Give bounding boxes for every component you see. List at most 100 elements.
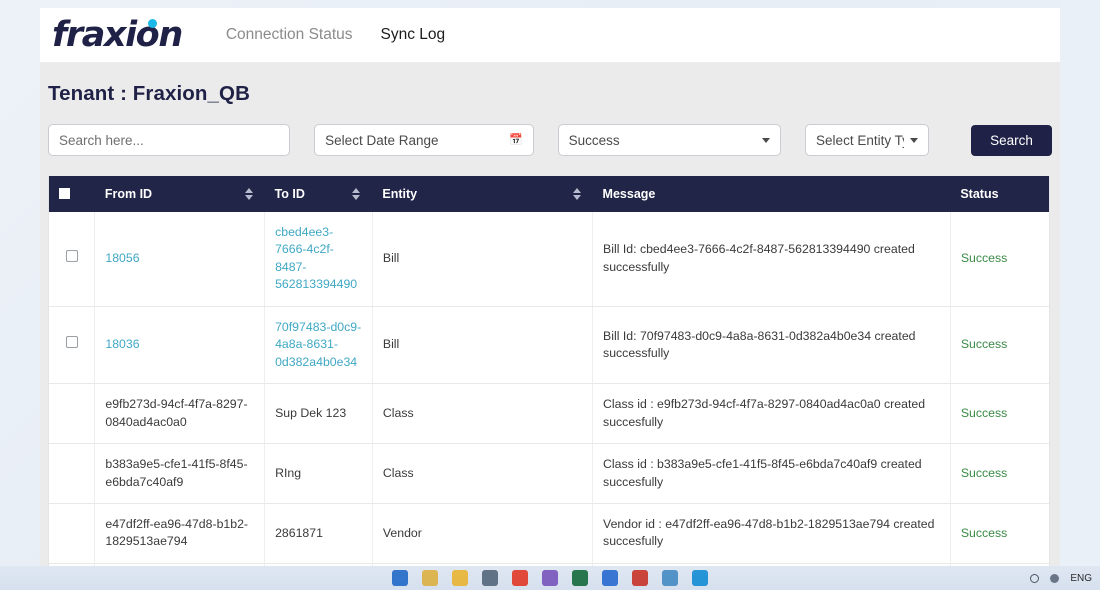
cell-to-id: 2861871 (264, 503, 373, 564)
date-range-picker[interactable]: Select Date Range 📅 (314, 124, 534, 156)
row-checkbox[interactable] (65, 336, 78, 349)
cell-message-text: Class id : b383a9e5-cfe1-41f5-8f45-e6bda… (603, 457, 922, 489)
cell-from-id-text: e9fb273d-94cf-4f7a-8297-0840ad4ac0a0 (105, 397, 248, 429)
cell-message: Class id : b383a9e5-cfe1-41f5-8f45-e6bda… (592, 443, 951, 504)
cell-from-id: e47df2ff-ea96-47d8-b1b2-1829513ae794 (94, 503, 266, 564)
cell-from-id-text: b383a9e5-cfe1-41f5-8f45-e6bda7c40af9 (105, 457, 248, 489)
table-row[interactable]: 18056 cbed4ee3-7666-4c2f-8487-56281339449… (49, 212, 1049, 307)
tray-network-icon[interactable] (1030, 573, 1040, 583)
header-from-id[interactable]: From ID (94, 176, 265, 212)
sync-log-table: From ID To ID Entity Message Status 1805… (49, 176, 1049, 576)
nav-links: Connection Status Sync Log (226, 26, 445, 44)
search-input[interactable] (59, 132, 280, 148)
row-select-cell[interactable] (49, 503, 96, 564)
header-to-id[interactable]: To ID (264, 176, 373, 212)
filter-bar: Select Date Range 📅 Success Select Entit… (48, 124, 1052, 156)
cell-to-id-text: RIng (275, 465, 302, 480)
cell-to-id[interactable]: 70f97483-d0c9-4a8a-8631-0d382a4b0e34 (264, 306, 373, 385)
cell-status: Success (950, 212, 1049, 307)
chevron-down-icon (910, 137, 919, 143)
page-right-fade (1060, 0, 1100, 590)
header-entity[interactable]: Entity (372, 176, 593, 212)
chevron-down-icon (762, 137, 771, 143)
notes-icon[interactable] (452, 570, 468, 586)
table-row[interactable]: b383a9e5-cfe1-41f5-8f45-e6bda7c40af9 RIng… (49, 443, 1049, 504)
screen: fraxion Connection Status Sync Log Tenan… (0, 0, 1100, 590)
cell-from-id: e9fb273d-94cf-4f7a-8297-0840ad4ac0a0 (94, 383, 266, 445)
cell-to-id: RIng (264, 443, 373, 504)
row-select-cell[interactable] (49, 383, 96, 445)
settings-icon[interactable] (482, 570, 498, 586)
header-entity-label: Entity (382, 187, 418, 201)
logo-dot-icon (148, 18, 157, 28)
status-badge: Success (960, 405, 1008, 420)
cell-message: Vendor id : e47df2ff-ea96-47d8-b1b2-1829… (592, 503, 951, 564)
taskbar-icons (392, 570, 708, 586)
page-title: Tenant : Fraxion_QB (48, 82, 250, 105)
cell-from-id[interactable]: 18036 (94, 306, 266, 385)
header-to-id-label: To ID (274, 187, 305, 201)
cell-entity: Bill (372, 306, 594, 385)
cell-to-id-text[interactable]: 70f97483-d0c9-4a8a-8631-0d382a4b0e34 (275, 320, 361, 369)
cell-from-id[interactable]: 18056 (94, 212, 266, 307)
select-all-checkbox[interactable] (59, 188, 70, 199)
browser-page: fraxion Connection Status Sync Log Tenan… (40, 8, 1060, 576)
cell-message: Bill Id: 70f97483-d0c9-4a8a-8631-0d382a4… (592, 306, 951, 385)
table-row[interactable]: e47df2ff-ea96-47d8-b1b2-1829513ae794 2861… (49, 503, 1049, 564)
entity-type-value: Select Entity Type (816, 132, 904, 148)
chrome-icon[interactable] (512, 570, 528, 586)
cell-from-id: b383a9e5-cfe1-41f5-8f45-e6bda7c40af9 (94, 443, 266, 504)
sort-icon[interactable] (572, 188, 581, 200)
table-body: 18056 cbed4ee3-7666-4c2f-8487-56281339449… (49, 212, 1049, 576)
teams-icon[interactable] (542, 570, 558, 586)
cell-status: Success (950, 383, 1049, 445)
cell-message: Class id : e9fb273d-94cf-4f7a-8297-0840a… (592, 383, 951, 445)
tray-volume-icon[interactable] (1050, 573, 1060, 583)
fraxion-logo[interactable]: fraxion (48, 14, 183, 55)
cell-entity: Vendor (372, 503, 594, 564)
header-message: Message (592, 176, 951, 212)
cell-entity: Bill (372, 212, 594, 307)
cell-entity-text: Bill (382, 251, 400, 266)
cell-message-text: Bill Id: 70f97483-d0c9-4a8a-8631-0d382a4… (603, 328, 916, 360)
row-checkbox[interactable] (65, 250, 78, 263)
cell-entity-text: Vendor (382, 525, 422, 540)
row-select-cell[interactable] (49, 443, 96, 504)
search-button[interactable]: Search (971, 124, 1052, 156)
table-row[interactable]: e9fb273d-94cf-4f7a-8297-0840ad4ac0a0 Sup … (49, 383, 1049, 445)
table-row[interactable]: 18036 70f97483-d0c9-4a8a-8631-0d382a4b0e3… (49, 306, 1049, 385)
header-status-label: Status (960, 187, 999, 201)
nav-link-connection-status[interactable]: Connection Status (226, 26, 353, 44)
cell-to-id[interactable]: cbed4ee3-7666-4c2f-8487-562813394490 (264, 212, 373, 307)
row-select-cell[interactable] (49, 306, 96, 385)
status-badge: Success (960, 465, 1008, 480)
search-input-wrapper[interactable] (48, 124, 291, 156)
cell-message-text: Vendor id : e47df2ff-ea96-47d8-b1b2-1829… (603, 516, 935, 549)
cell-from-id-text[interactable]: 18056 (105, 251, 139, 265)
edge-icon[interactable] (692, 570, 708, 586)
status-select[interactable]: Success (557, 124, 782, 156)
entity-type-select[interactable]: Select Entity Type (805, 124, 930, 156)
cell-status: Success (950, 503, 1049, 564)
store-icon[interactable] (662, 570, 678, 586)
sort-icon[interactable] (244, 188, 253, 200)
nav-link-sync-log[interactable]: Sync Log (381, 26, 446, 44)
logo-text: fraxion (52, 14, 183, 55)
calendar-icon[interactable] (602, 570, 618, 586)
windows-taskbar: ENG (0, 566, 1100, 590)
header-status[interactable]: Status (950, 176, 1049, 212)
cell-to-id-text[interactable]: cbed4ee3-7666-4c2f-8487-562813394490 (275, 225, 357, 291)
row-select-cell[interactable] (49, 212, 96, 307)
header-select-all[interactable] (49, 176, 95, 212)
cell-entity-text: Class (382, 405, 414, 420)
cell-to-id-text: 2861871 (275, 525, 323, 540)
file-explorer-icon[interactable] (422, 570, 438, 586)
excel-icon[interactable] (572, 570, 588, 586)
status-badge: Success (960, 337, 1008, 352)
cell-entity: Class (372, 443, 594, 504)
start-icon[interactable] (392, 570, 408, 586)
tray-language[interactable]: ENG (1070, 573, 1092, 584)
cell-from-id-text[interactable]: 18036 (105, 337, 139, 351)
photos-icon[interactable] (632, 570, 648, 586)
sort-icon[interactable] (352, 188, 361, 200)
